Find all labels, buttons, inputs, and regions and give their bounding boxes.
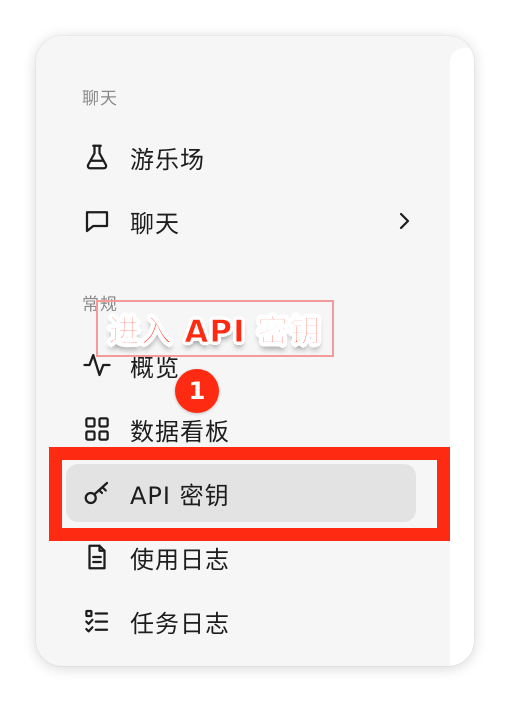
section-label-chat: 聊天 bbox=[82, 89, 118, 109]
sidebar-item-label: 聊天 bbox=[130, 209, 180, 238]
step-number-badge: 1 bbox=[175, 369, 219, 413]
sidebar-item-label: 数据看板 bbox=[130, 417, 230, 446]
annotation-callout-text: 进入 API 密钥 bbox=[108, 314, 322, 351]
chevron-right-icon[interactable] bbox=[392, 209, 416, 233]
sidebar-item-dashboard[interactable]: 数据看板 bbox=[66, 400, 416, 458]
flask-icon bbox=[80, 140, 114, 174]
annotation-callout: 进入 API 密钥 bbox=[96, 300, 334, 357]
sidebar-item-label: API 密钥 bbox=[130, 481, 230, 510]
sidebar-item-playground[interactable]: 游乐场 bbox=[66, 128, 416, 186]
sidebar-item-label: 使用日志 bbox=[130, 545, 230, 574]
sidebar-item-task-logs[interactable]: 任务日志 bbox=[66, 592, 416, 650]
sidebar-item-usage-logs[interactable]: 使用日志 bbox=[66, 528, 416, 586]
document-icon bbox=[80, 540, 114, 574]
sidebar-item-label: 游乐场 bbox=[130, 145, 205, 174]
grid-dashboard-icon bbox=[80, 412, 114, 446]
sidebar-item-api-keys[interactable]: API 密钥 bbox=[66, 464, 416, 522]
scrollbar-track[interactable] bbox=[450, 48, 474, 666]
sidebar-item-chat[interactable]: 聊天 bbox=[66, 192, 416, 250]
screenshot: 聊天 游乐场 聊天 常规 概览 数据看板 API 密钥 使用日志 任务日志 进入… bbox=[0, 0, 510, 702]
key-icon bbox=[80, 476, 114, 510]
chat-bubble-icon bbox=[80, 204, 114, 238]
sidebar-item-label: 任务日志 bbox=[130, 609, 230, 638]
task-list-icon bbox=[80, 604, 114, 638]
